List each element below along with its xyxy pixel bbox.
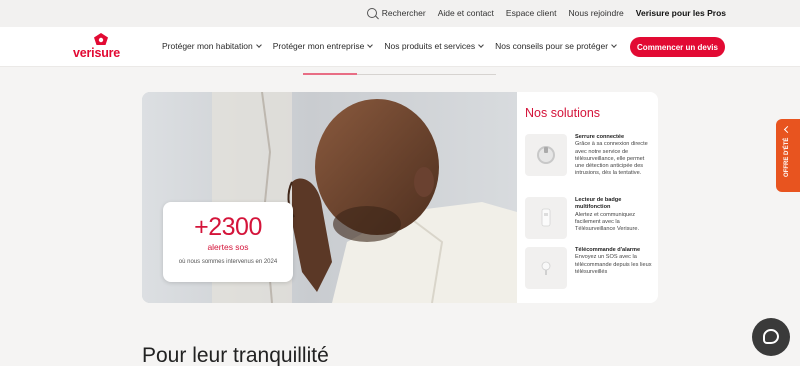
logo-text: verisure [73, 46, 121, 60]
search-link[interactable]: Rechercher [366, 8, 426, 18]
utility-bar: Rechercher Aide et contact Espace client… [0, 0, 800, 27]
solution-desc: Envoyez un SOS avec la télécommande depu… [575, 254, 652, 275]
nav-item-entreprise[interactable]: Protéger mon entreprise [272, 41, 374, 51]
chevron-down-icon [478, 42, 484, 48]
logo-mark-icon [94, 33, 108, 45]
chevron-down-icon [367, 42, 374, 48]
summer-offer-label: OFFRE D'ÉTÉ [784, 137, 790, 177]
badge-reader-icon [525, 197, 567, 239]
chevron-down-icon [255, 42, 262, 48]
chat-bubble-icon [763, 329, 779, 344]
main-nav: verisure Protéger mon habitation Protége… [0, 27, 800, 67]
help-contact-link[interactable]: Aide et contact [438, 8, 494, 18]
search-icon [366, 8, 377, 18]
nav-item-label: Nos produits et services [384, 41, 476, 51]
nav-item-produits[interactable]: Nos produits et services [384, 41, 484, 51]
stat-number: +2300 [194, 213, 262, 241]
carousel-progress-fill [303, 73, 357, 75]
solution-item-remote[interactable]: Télécommande d'alarme Envoyez un SOS ave… [525, 247, 655, 289]
join-us-link[interactable]: Nous rejoindre [568, 8, 623, 18]
verisure-logo[interactable]: verisure [73, 33, 129, 61]
client-space-link[interactable]: Espace client [506, 8, 557, 18]
solution-title: Serrure connectée [575, 134, 625, 140]
chevron-down-icon [611, 42, 617, 48]
stat-subtext: où nous sommes intervenus en 2024 [178, 259, 278, 265]
nav-item-conseils[interactable]: Nos conseils pour se protéger [495, 41, 617, 51]
chat-button[interactable] [752, 318, 790, 356]
stat-card: +2300 alertes sos où nous sommes interve… [163, 202, 293, 282]
nav-item-habitation[interactable]: Protéger mon habitation [162, 41, 262, 51]
summer-offer-tab[interactable]: OFFRE D'ÉTÉ [776, 119, 800, 192]
chevron-left-icon [783, 125, 792, 134]
solution-desc: Grâce à sa connexion directe avec notre … [575, 141, 648, 177]
nav-menu: Protéger mon habitation Protéger mon ent… [162, 41, 628, 51]
search-label: Rechercher [381, 8, 426, 18]
pros-link[interactable]: Verisure pour les Pros [636, 8, 726, 18]
solution-title: Télécommande d'alarme [575, 247, 641, 253]
solution-title: Lecteur de badge multifonction [575, 197, 622, 211]
solution-item-lock[interactable]: Serrure connectée Grâce à sa connexion d… [525, 134, 655, 178]
nav-item-label: Protéger mon habitation [162, 41, 253, 51]
remote-control-icon [525, 247, 567, 289]
smart-lock-icon [525, 134, 567, 176]
solutions-panel: Nos solutions Serrure connectée Grâce à … [517, 92, 658, 303]
section-heading: Pour leur tranquillité [142, 344, 329, 366]
solution-desc: Alertez et communiquez facilement avec l… [575, 211, 640, 233]
nav-item-label: Protéger mon entreprise [272, 41, 365, 51]
solution-item-badge-reader[interactable]: Lecteur de badge multifonction Alertez e… [525, 197, 655, 239]
stat-label: alertes sos [207, 242, 249, 252]
nav-item-label: Nos conseils pour se protéger [495, 41, 609, 51]
solutions-title: Nos solutions [525, 106, 601, 120]
start-quote-button[interactable]: Commencer un devis [630, 37, 725, 57]
